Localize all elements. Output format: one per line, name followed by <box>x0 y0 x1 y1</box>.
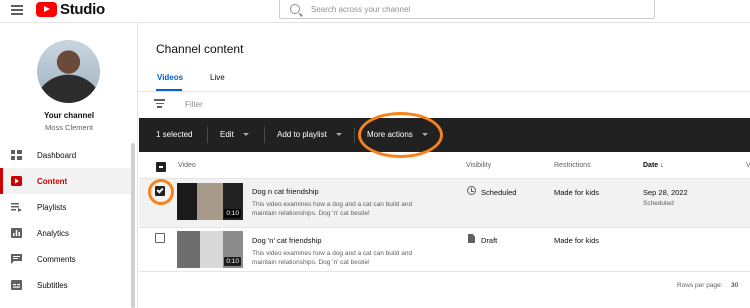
studio-logo[interactable]: Studio <box>36 1 105 18</box>
analytics-icon <box>11 228 22 238</box>
sidebar-item-analytics[interactable]: Analytics <box>0 220 132 246</box>
column-header-restrictions[interactable]: Restrictions <box>554 162 591 169</box>
content-icon <box>11 176 22 186</box>
dashboard-icon <box>11 150 22 160</box>
video-duration: 0:10 <box>224 209 241 218</box>
date-header-label: Date <box>643 162 659 169</box>
selected-count: 1 selected <box>156 130 193 139</box>
video-description: This video examines how a dog and a cat … <box>252 250 413 266</box>
search-placeholder: Search across your channel <box>311 4 411 14</box>
video-description: This video examines how a dog and a cat … <box>252 201 413 217</box>
sidebar-item-subtitles[interactable]: Subtitles <box>0 272 132 298</box>
search-icon <box>290 4 300 14</box>
column-header-overflow: V <box>746 162 750 169</box>
sidebar-item-label: Comments <box>37 254 76 264</box>
column-header-date[interactable]: Date ↓ <box>643 162 664 169</box>
row-checkbox[interactable] <box>155 186 165 196</box>
divider <box>264 127 265 143</box>
tab-videos[interactable]: Videos <box>157 73 183 82</box>
tab-live[interactable]: Live <box>210 73 225 82</box>
youtube-logo-icon <box>36 2 57 17</box>
visibility-value[interactable]: Scheduled <box>481 188 516 197</box>
sidebar-item-label: Analytics <box>37 228 70 238</box>
divider <box>139 91 750 92</box>
more-actions-button[interactable]: More actions <box>367 130 428 139</box>
row-checkbox[interactable] <box>155 233 165 243</box>
divider <box>139 227 750 228</box>
divider <box>139 271 750 272</box>
video-thumbnail[interactable]: 0:10 <box>177 231 243 268</box>
sidebar-scrollbar[interactable] <box>131 143 135 308</box>
sidebar-item-dashboard[interactable]: Dashboard <box>0 142 132 168</box>
sidebar-item-label: Content <box>37 176 68 186</box>
sidebar-item-label: Playlists <box>37 202 67 212</box>
video-duration: 0:10 <box>224 257 241 266</box>
divider <box>207 127 208 143</box>
video-title[interactable]: Dog 'n' cat friendship <box>252 236 322 245</box>
top-bar: Studio Search across your channel <box>0 0 750 23</box>
chevron-down-icon <box>335 133 342 137</box>
column-header-video: Video <box>178 162 196 169</box>
playlists-icon <box>11 203 22 212</box>
avatar[interactable] <box>37 40 100 103</box>
edit-button-label: Edit <box>220 130 234 139</box>
select-all-checkbox[interactable] <box>156 162 166 172</box>
arrow-down-icon: ↓ <box>660 162 664 169</box>
check-icon <box>156 186 164 194</box>
sidebar: Your channel Moss Clement Dashboard Cont… <box>0 23 138 308</box>
logo-text: Studio <box>60 1 105 18</box>
filter-input[interactable]: Filter <box>185 100 203 109</box>
video-title[interactable]: Dog n cat friendship <box>252 187 319 196</box>
sidebar-item-comments[interactable]: Comments <box>0 246 132 272</box>
page-title: Channel content <box>156 42 244 56</box>
date-status: Scheduled <box>643 200 674 207</box>
subtitles-icon <box>11 280 22 290</box>
rows-per-page-label: Rows per page: <box>677 282 723 289</box>
date-value: Sep 28, 2022 <box>643 188 688 197</box>
add-to-playlist-label: Add to playlist <box>277 130 327 139</box>
search-input[interactable]: Search across your channel <box>279 0 655 19</box>
channel-label: Your channel <box>43 111 95 120</box>
add-to-playlist-button[interactable]: Add to playlist <box>277 130 342 139</box>
sidebar-item-label: Subtitles <box>37 280 68 290</box>
rows-per-page-select[interactable]: 30 <box>731 282 738 289</box>
more-actions-label: More actions <box>367 130 413 139</box>
sidebar-item-label: Dashboard <box>37 150 77 160</box>
sidebar-item-content[interactable]: Content <box>0 168 132 194</box>
chevron-down-icon <box>242 133 249 137</box>
chevron-down-icon <box>421 133 428 137</box>
filter-icon[interactable] <box>154 99 165 110</box>
channel-name: Moss Clement <box>45 123 93 132</box>
visibility-value[interactable]: Draft <box>481 236 497 245</box>
restrictions-value: Made for kids <box>554 188 600 197</box>
video-thumbnail[interactable]: 0:10 <box>177 183 243 220</box>
sidebar-item-playlists[interactable]: Playlists <box>0 194 132 220</box>
comments-icon <box>11 254 22 264</box>
restrictions-value: Made for kids <box>554 236 600 245</box>
clock-icon <box>467 186 476 195</box>
edit-button[interactable]: Edit <box>220 130 249 139</box>
menu-icon[interactable] <box>11 5 23 15</box>
divider <box>354 127 355 143</box>
selection-action-bar: 1 selected Edit Add to playlist More act… <box>139 118 750 152</box>
column-header-visibility[interactable]: Visibility <box>466 162 491 169</box>
minus-icon <box>159 166 163 168</box>
